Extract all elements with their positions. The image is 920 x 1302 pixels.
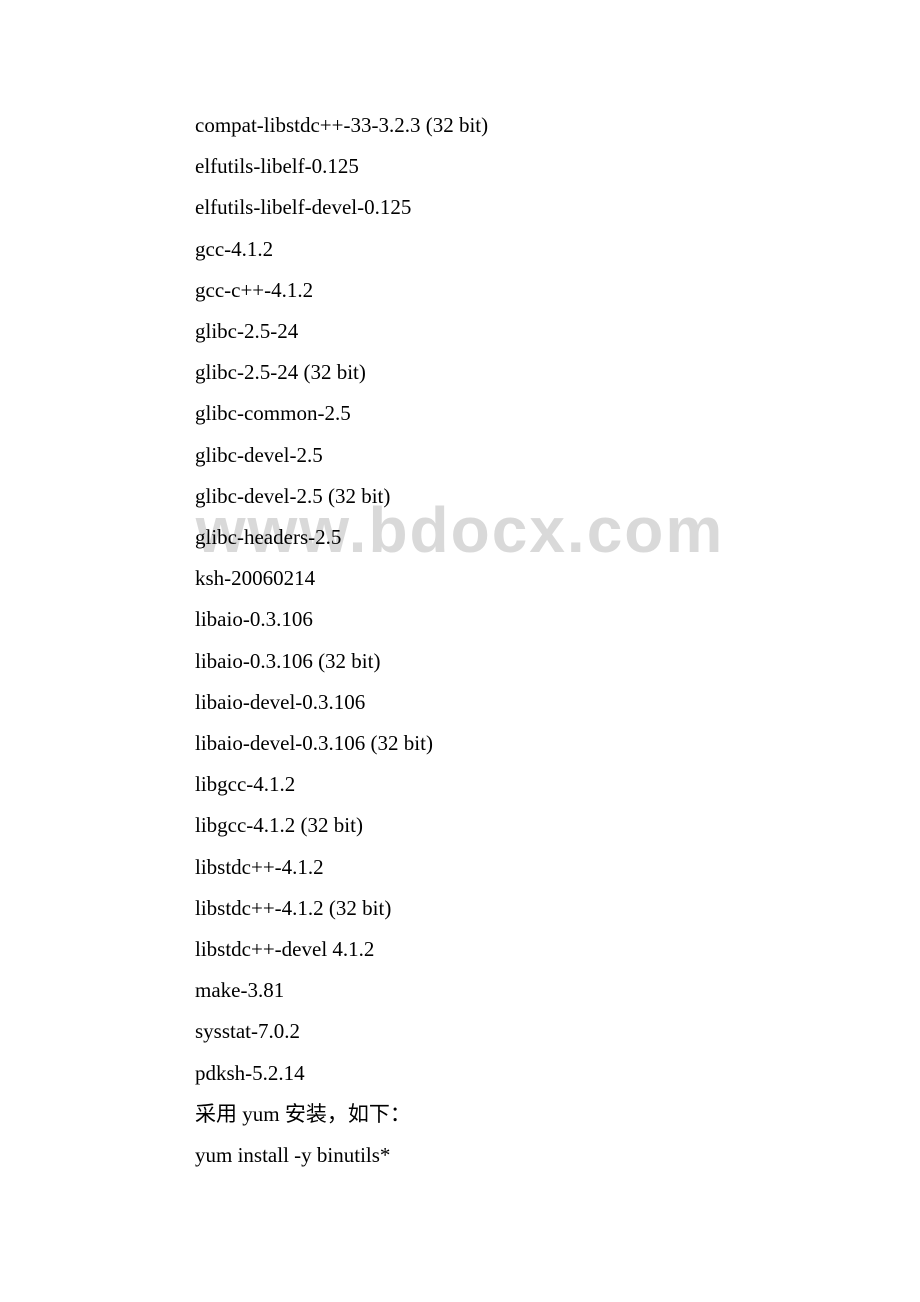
package-line: gcc-c++-4.1.2 — [195, 270, 920, 311]
package-line: glibc-common-2.5 — [195, 393, 920, 434]
package-line: glibc-2.5-24 (32 bit) — [195, 352, 920, 393]
package-line: libaio-0.3.106 — [195, 599, 920, 640]
package-line: libstdc++-4.1.2 (32 bit) — [195, 888, 920, 929]
package-line: ksh-20060214 — [195, 558, 920, 599]
package-line: libaio-devel-0.3.106 — [195, 682, 920, 723]
package-line: compat-libstdc++-33-3.2.3 (32 bit) — [195, 105, 920, 146]
package-line: libgcc-4.1.2 — [195, 764, 920, 805]
package-line: make-3.81 — [195, 970, 920, 1011]
package-line: libstdc++-4.1.2 — [195, 847, 920, 888]
package-line: pdksh-5.2.14 — [195, 1053, 920, 1094]
package-line: glibc-headers-2.5 — [195, 517, 920, 558]
package-line: sysstat-7.0.2 — [195, 1011, 920, 1052]
package-line: elfutils-libelf-0.125 — [195, 146, 920, 187]
package-line: libaio-devel-0.3.106 (32 bit) — [195, 723, 920, 764]
package-line: libgcc-4.1.2 (32 bit) — [195, 805, 920, 846]
package-line: glibc-2.5-24 — [195, 311, 920, 352]
package-line: glibc-devel-2.5 — [195, 435, 920, 476]
command-line: yum install -y binutils* — [195, 1135, 920, 1176]
document-page: compat-libstdc++-33-3.2.3 (32 bit) elfut… — [0, 0, 920, 1176]
instruction-line: 采用 yum 安装，如下： — [195, 1094, 920, 1135]
package-line: elfutils-libelf-devel-0.125 — [195, 187, 920, 228]
package-line: gcc-4.1.2 — [195, 229, 920, 270]
package-line: glibc-devel-2.5 (32 bit) — [195, 476, 920, 517]
package-line: libaio-0.3.106 (32 bit) — [195, 641, 920, 682]
package-line: libstdc++-devel 4.1.2 — [195, 929, 920, 970]
